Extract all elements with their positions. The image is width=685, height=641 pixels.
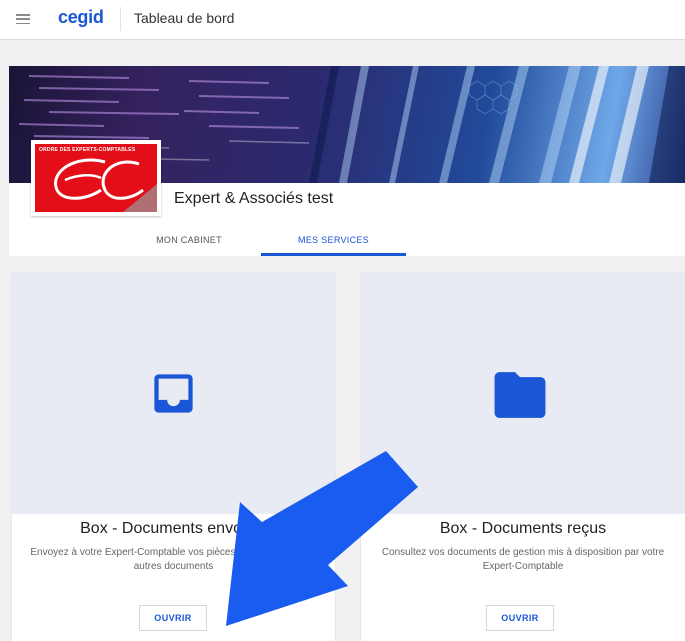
top-app-bar: cegid Tableau de bord bbox=[0, 0, 685, 40]
card-description: Envoyez à votre Expert-Comptable vos piè… bbox=[30, 547, 317, 572]
folder-icon bbox=[494, 372, 546, 418]
service-card-documents-envoyes[interactable]: Box - Documents envoyés Envoyez à votre … bbox=[12, 272, 335, 641]
tab-mon-cabinet[interactable]: MON CABINET bbox=[129, 224, 249, 256]
oec-logo-mark bbox=[54, 158, 157, 212]
brand-logo[interactable]: cegid bbox=[58, 7, 104, 28]
active-tab-indicator bbox=[261, 253, 406, 256]
inbox-icon bbox=[154, 374, 193, 413]
card-title: Box - Documents reçus bbox=[439, 520, 607, 537]
cabinet-profile-card: ORDRE DES EXPERTS-COMPTABLES Expert & As… bbox=[9, 66, 685, 256]
open-button[interactable]: OUVRIR bbox=[139, 605, 207, 631]
card-description: Consultez vos documents de gestion mis à… bbox=[381, 547, 665, 572]
page-title: Tableau de bord bbox=[134, 10, 235, 26]
card-title: Box - Documents envoyés bbox=[80, 520, 267, 537]
service-card-documents-recus[interactable]: Box - Documents reçus Consultez vos docu… bbox=[361, 272, 685, 641]
card-media bbox=[361, 272, 685, 514]
cabinet-logo: ORDRE DES EXPERTS-COMPTABLES bbox=[31, 140, 161, 216]
open-button[interactable]: OUVRIR bbox=[486, 605, 554, 631]
topbar-divider bbox=[120, 7, 121, 31]
cabinet-name: Expert & Associés test bbox=[174, 190, 334, 207]
card-media bbox=[12, 272, 335, 514]
tab-mes-services[interactable]: MES SERVICES bbox=[261, 224, 406, 256]
hamburger-menu-icon[interactable] bbox=[16, 12, 30, 26]
